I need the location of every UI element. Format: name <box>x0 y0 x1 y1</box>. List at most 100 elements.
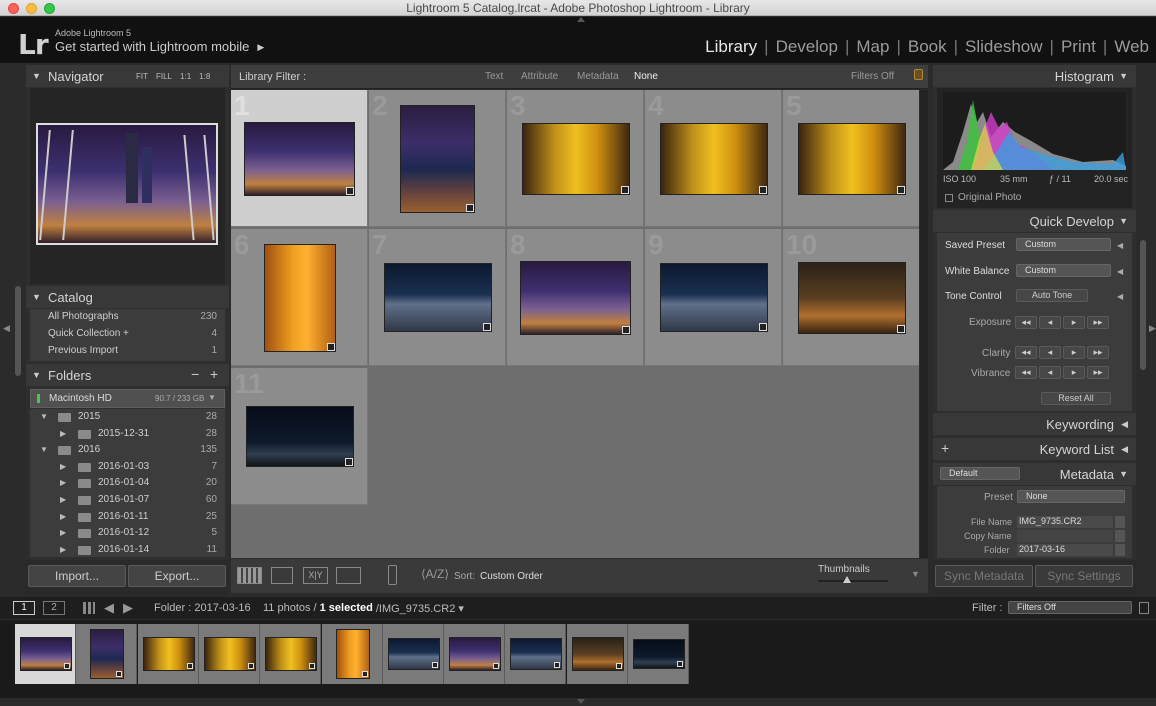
bottom-panel-toggle-icon[interactable] <box>577 699 585 704</box>
develop-adjusted-icon[interactable] <box>466 204 474 212</box>
photo-thumbnail[interactable] <box>660 263 768 332</box>
volume-macintosh-hd[interactable]: Macintosh HD 90.7 / 233 GB ▼ <box>30 389 225 408</box>
keyword-list-header[interactable]: + Keyword List ◀ <box>933 438 1136 460</box>
grid-cell[interactable]: 1 <box>231 90 368 227</box>
copy-name-action-icon[interactable] <box>1115 530 1125 542</box>
back-arrow-icon[interactable]: ◀ <box>104 600 114 616</box>
expand-triangle-icon[interactable]: ◀ <box>1117 267 1123 276</box>
left-panel-collapse-icon[interactable]: ◀ <box>3 323 10 334</box>
filter-presets-dropdown[interactable]: Filters Off <box>851 71 894 82</box>
grid-cell[interactable]: 3 <box>507 90 644 227</box>
vibrance-big-increase[interactable]: ▸▸ <box>1087 366 1109 379</box>
catalog-item-all-photographs[interactable]: All Photographs 230 <box>30 309 225 326</box>
develop-adjusted-icon[interactable] <box>327 343 335 351</box>
develop-adjusted-icon[interactable] <box>759 323 767 331</box>
photo-thumbnail[interactable] <box>244 122 355 196</box>
photo-thumbnail[interactable] <box>660 123 768 195</box>
module-web[interactable]: Web <box>1107 37 1156 57</box>
sync-settings-button[interactable]: Sync Settings <box>1035 565 1133 587</box>
filmstrip-cell[interactable] <box>15 624 76 684</box>
filmstrip-cell[interactable] <box>444 624 506 684</box>
module-map[interactable]: Map <box>849 37 896 57</box>
remove-folder-button[interactable]: − <box>191 366 199 382</box>
close-window-button[interactable] <box>8 3 19 14</box>
sync-metadata-button[interactable]: Sync Metadata <box>935 565 1033 587</box>
folder-field[interactable]: 2017-03-16 <box>1017 544 1113 556</box>
survey-view-icon[interactable] <box>336 567 361 584</box>
filmstrip-cell[interactable] <box>321 624 383 684</box>
zoom-fill[interactable]: FILL <box>156 72 172 81</box>
collapsed-triangle-icon[interactable]: ▶ <box>60 462 66 471</box>
module-print[interactable]: Print <box>1054 37 1103 57</box>
grid-cell[interactable]: 2 <box>369 90 506 227</box>
clarity-big-increase[interactable]: ▸▸ <box>1087 346 1109 359</box>
develop-adjusted-icon[interactable] <box>345 458 353 466</box>
expand-triangle-icon[interactable]: ◀ <box>1117 241 1123 250</box>
file-name-action-icon[interactable] <box>1115 516 1125 528</box>
grid-cell[interactable]: 10 <box>783 229 919 366</box>
photo-thumbnail[interactable] <box>246 406 354 467</box>
auto-tone-button[interactable]: Auto Tone <box>1016 289 1088 302</box>
filmstrip-cell[interactable] <box>76 624 138 684</box>
photo-thumbnail[interactable] <box>798 262 906 334</box>
folder-item[interactable]: ▶ 2015-12-31 28 <box>30 426 225 442</box>
right-panel-collapse-icon[interactable]: ▶ <box>1149 323 1156 334</box>
minimize-window-button[interactable] <box>26 3 37 14</box>
catalog-header[interactable]: ▼ Catalog <box>26 286 229 308</box>
navigator-header[interactable]: ▼ Navigator FIT FILL 1:1 1:8 <box>26 65 229 87</box>
histogram-header[interactable]: Histogram ▼ <box>933 65 1136 87</box>
clarity-big-decrease[interactable]: ◂◂ <box>1015 346 1037 359</box>
compare-view-icon[interactable]: X|Y <box>303 567 328 584</box>
expanded-triangle-icon[interactable]: ▼ <box>40 412 48 421</box>
exposure-big-decrease[interactable]: ◂◂ <box>1015 316 1037 329</box>
expand-triangle-icon[interactable]: ◀ <box>1117 292 1123 301</box>
filter-attribute-tab[interactable]: Attribute <box>521 71 558 82</box>
metadata-header[interactable]: Default Metadata ▼ <box>933 463 1136 485</box>
filter-metadata-tab[interactable]: Metadata <box>577 71 619 82</box>
import-button[interactable]: Import... <box>28 565 126 587</box>
photo-thumbnail[interactable] <box>400 105 475 213</box>
develop-adjusted-icon[interactable] <box>346 187 354 195</box>
loupe-view-icon[interactable] <box>271 567 293 584</box>
mobile-link[interactable]: Get started with Lightroom mobile ▶ <box>55 39 264 55</box>
collapsed-triangle-icon[interactable]: ▶ <box>60 528 66 537</box>
develop-adjusted-icon[interactable] <box>897 325 905 333</box>
filmstrip-cell[interactable] <box>382 624 444 684</box>
folder-item[interactable]: ▶ 2016-01-12 5 <box>30 525 225 541</box>
filmstrip-cell[interactable] <box>198 624 260 684</box>
grid-scrollbar[interactable] <box>920 90 928 558</box>
folder-action-icon[interactable] <box>1115 544 1125 556</box>
filmstrip-cell[interactable] <box>566 624 628 684</box>
sort-direction-icon[interactable]: ⟨A/Z⟩ <box>421 567 449 581</box>
vibrance-big-decrease[interactable]: ◂◂ <box>1015 366 1037 379</box>
grid-cell[interactable]: 9 <box>645 229 782 366</box>
folder-item[interactable]: ▶ 2016-01-11 25 <box>30 509 225 525</box>
module-develop[interactable]: Develop <box>769 37 845 57</box>
export-button[interactable]: Export... <box>128 565 226 587</box>
develop-adjusted-icon[interactable] <box>759 186 767 194</box>
grid-icon[interactable] <box>83 602 95 614</box>
thumbnail-size-thumb[interactable] <box>843 576 851 583</box>
folder-item[interactable]: ▼ 2016 135 <box>30 442 225 458</box>
filmstrip-cell[interactable] <box>505 624 567 684</box>
copy-name-field[interactable] <box>1017 530 1113 542</box>
metadata-preset-dropdown[interactable]: None <box>1017 490 1125 503</box>
expanded-triangle-icon[interactable]: ▼ <box>40 445 48 454</box>
toolbar-menu-icon[interactable]: ▼ <box>911 569 920 579</box>
grid-view-icon[interactable] <box>237 567 262 584</box>
develop-adjusted-icon[interactable] <box>621 186 629 194</box>
develop-adjusted-icon[interactable] <box>622 326 630 334</box>
forward-arrow-icon[interactable]: ▶ <box>123 600 133 616</box>
exposure-increase[interactable]: ▸ <box>1063 316 1085 329</box>
histogram-graph[interactable] <box>943 92 1126 170</box>
grid-cell[interactable]: 11 <box>231 368 368 505</box>
develop-adjusted-icon[interactable] <box>897 186 905 194</box>
clarity-decrease[interactable]: ◂ <box>1039 346 1061 359</box>
filmstrip-cell[interactable] <box>137 624 199 684</box>
grid-cell[interactable]: 5 <box>783 90 919 227</box>
module-book[interactable]: Book <box>901 37 954 57</box>
filmstrip-folder[interactable]: Folder : 2017-03-16 <box>154 602 251 614</box>
filmstrip-selection-info[interactable]: 11 photos / 1 selected /IMG_9735.CR2 ▾ <box>263 602 464 615</box>
grid-cell[interactable]: 8 <box>507 229 644 366</box>
grid-cell[interactable]: 7 <box>369 229 506 366</box>
